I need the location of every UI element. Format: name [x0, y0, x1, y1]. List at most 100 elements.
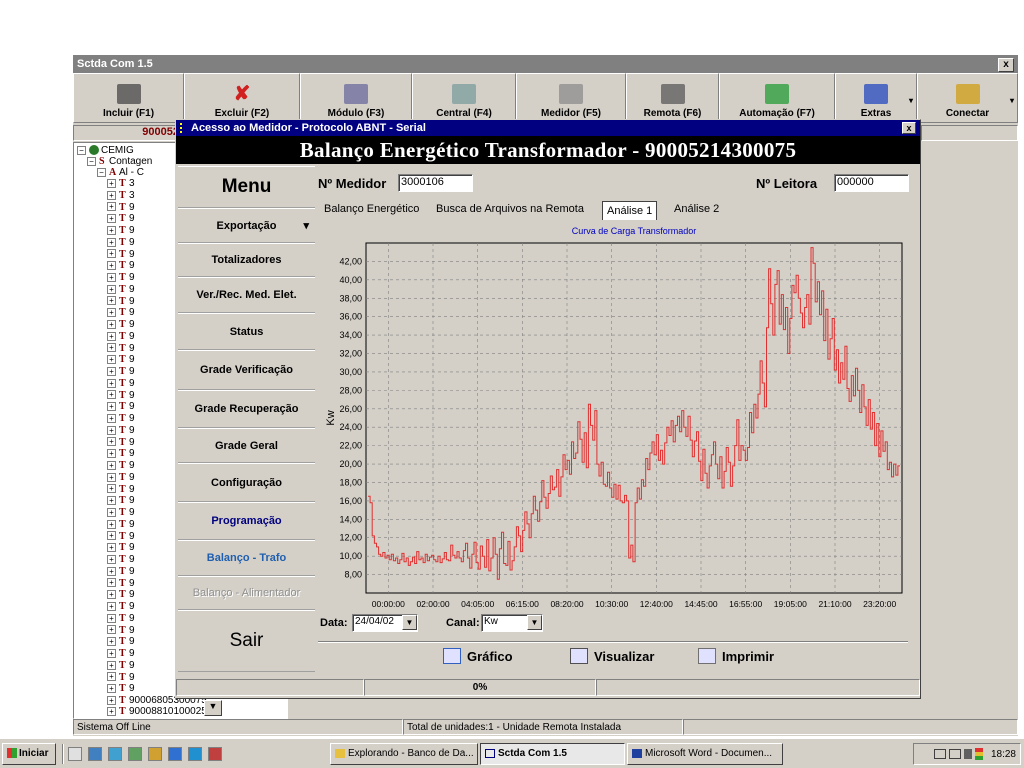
dropdown-arrow-icon[interactable]: ▼ — [527, 615, 542, 630]
tree-node[interactable]: + T 9 — [107, 660, 135, 671]
tree-node[interactable]: + T 9 — [107, 601, 135, 612]
toolbar-button-7[interactable]: Extras ▾ — [835, 73, 917, 123]
expand-icon[interactable]: + — [107, 554, 116, 564]
expand-icon[interactable]: + — [107, 178, 116, 188]
tree-node[interactable]: + T 9 — [107, 589, 135, 600]
network-icon[interactable] — [128, 747, 142, 761]
expand-icon[interactable]: + — [107, 566, 116, 576]
expand-icon[interactable]: + — [107, 390, 116, 400]
expand-icon[interactable]: + — [107, 449, 116, 459]
task-word[interactable]: Microsoft Word - Documen... — [627, 743, 783, 765]
menu-item-4[interactable]: Grade Verificação — [178, 350, 315, 390]
tree-node[interactable]: + T 9 — [107, 625, 135, 636]
tree-node[interactable]: + T 9 — [107, 319, 135, 330]
tree-node[interactable]: + T 9 — [107, 460, 135, 471]
expand-icon[interactable]: + — [107, 378, 116, 388]
tree-node[interactable]: + T 9 — [107, 448, 135, 459]
collapse-icon[interactable]: − — [77, 145, 86, 155]
dropdown-arrow-icon[interactable]: ▾ — [909, 96, 913, 105]
tree-node[interactable]: + T 9 — [107, 437, 135, 448]
menu-item-9[interactable]: Balanço - Trafo — [178, 540, 315, 576]
toolbar-button-3[interactable]: Central (F4) — [412, 73, 516, 123]
tree-node[interactable]: + T 9 — [107, 202, 135, 213]
expand-icon[interactable]: + — [107, 425, 116, 435]
expand-icon[interactable]: + — [107, 625, 116, 635]
menu-item-5[interactable]: Grade Recuperação — [178, 390, 315, 428]
tree-node[interactable]: + T 9 — [107, 519, 135, 530]
expand-icon[interactable]: + — [107, 648, 116, 658]
expand-icon[interactable]: + — [107, 402, 116, 412]
tray-display-icon[interactable] — [948, 749, 961, 759]
expand-icon[interactable]: + — [107, 684, 116, 694]
main-close-button[interactable]: x — [998, 58, 1014, 72]
expand-icon[interactable]: + — [107, 214, 116, 224]
date-select[interactable]: 24/04/02 ▼ — [352, 614, 418, 632]
expand-icon[interactable]: + — [107, 590, 116, 600]
tree-node[interactable]: + T 9 — [107, 531, 135, 542]
expand-icon[interactable]: + — [107, 249, 116, 259]
tree-node[interactable]: + T 9 — [107, 401, 135, 412]
expand-icon[interactable]: + — [107, 578, 116, 588]
menu-item-7[interactable]: Configuração — [178, 463, 315, 502]
dialog-close-button[interactable]: x — [902, 122, 916, 134]
tree-node[interactable]: + T 9 — [107, 390, 135, 401]
tree-node[interactable]: + T 9 — [107, 425, 135, 436]
exit-button[interactable]: Sair — [178, 610, 315, 672]
tree-node[interactable]: + T 9 — [107, 507, 135, 518]
menu-item-6[interactable]: Grade Geral — [178, 428, 315, 463]
expand-icon[interactable]: + — [107, 496, 116, 506]
tree-node[interactable]: + T 9 — [107, 578, 135, 589]
mail-icon[interactable] — [148, 747, 162, 761]
expand-icon[interactable]: + — [107, 672, 116, 682]
tree-node[interactable]: + T 9 — [107, 260, 135, 271]
dropdown-arrow-icon[interactable]: ▾ — [1010, 96, 1014, 105]
desktop-icon[interactable] — [108, 747, 122, 761]
tree-node[interactable]: + T 9 — [107, 495, 135, 506]
expand-icon[interactable]: + — [107, 460, 116, 470]
expand-icon[interactable]: + — [107, 543, 116, 553]
menu-item-0[interactable]: Exportação ▾ — [178, 208, 315, 243]
expand-icon[interactable]: + — [107, 484, 116, 494]
expand-icon[interactable]: + — [107, 343, 116, 353]
folder-icon[interactable] — [208, 747, 222, 761]
expand-icon[interactable]: + — [107, 472, 116, 482]
expand-icon[interactable]: + — [107, 296, 116, 306]
toolbar-button-0[interactable]: Incluir (F1) — [73, 73, 184, 123]
tree-node-l1[interactable]: − S Contagen — [87, 156, 152, 167]
toolbar-button-2[interactable]: Módulo (F3) — [300, 73, 412, 123]
expand-icon[interactable]: + — [107, 637, 116, 647]
menu-item-1[interactable]: Totalizadores — [178, 243, 315, 277]
expand-icon[interactable]: + — [107, 507, 116, 517]
window-icon[interactable] — [188, 747, 202, 761]
tray-volume-icon[interactable] — [963, 749, 972, 759]
expand-icon[interactable]: + — [107, 531, 116, 541]
edit-icon[interactable] — [68, 747, 82, 761]
menu-item-3[interactable]: Status — [178, 313, 315, 350]
tree-node[interactable]: + T 9 — [107, 636, 135, 647]
canal-select[interactable]: Kw ▼ — [481, 614, 543, 632]
tree-node[interactable]: + T 9 — [107, 237, 135, 248]
tree-node[interactable]: + T 9 — [107, 672, 135, 683]
toolbar-button-5[interactable]: Remota (F6) — [626, 73, 719, 123]
browser-icon[interactable] — [168, 747, 182, 761]
expand-icon[interactable]: + — [107, 202, 116, 212]
tree-node[interactable]: + T 9 — [107, 249, 135, 260]
expand-icon[interactable]: + — [107, 695, 116, 705]
collapse-icon[interactable]: − — [97, 167, 106, 177]
expand-icon[interactable]: + — [107, 437, 116, 447]
menu-item-8[interactable]: Programação — [178, 502, 315, 540]
task-explorer[interactable]: Explorando - Banco de Da... — [330, 743, 478, 765]
tree-node[interactable]: + T 9 — [107, 307, 135, 318]
expand-icon[interactable]: + — [107, 413, 116, 423]
expand-icon[interactable]: + — [107, 261, 116, 271]
tree-root[interactable]: − CEMIG — [77, 145, 134, 156]
toolbar-button-8[interactable]: Conectar ▾ — [917, 73, 1018, 123]
tree-node[interactable]: + T 9 — [107, 213, 135, 224]
main-title-bar[interactable]: Sctda Com 1.5 x — [73, 55, 1018, 73]
tree-node[interactable]: + T 9 — [107, 378, 135, 389]
tree-node[interactable]: + T 9 — [107, 472, 135, 483]
dialog-title-bar[interactable]: Acesso ao Medidor - Protocolo ABNT - Ser… — [176, 120, 920, 136]
tree-node[interactable]: + T 9 — [107, 554, 135, 565]
expand-icon[interactable]: + — [107, 308, 116, 318]
tree-node-l2[interactable]: − A Al - C — [97, 167, 144, 178]
